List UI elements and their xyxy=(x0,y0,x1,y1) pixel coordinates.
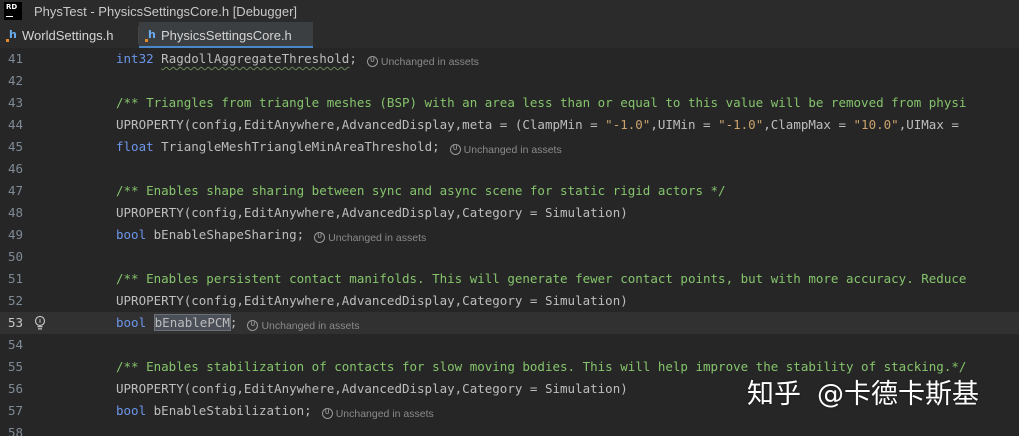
code-line[interactable]: 54 xyxy=(0,334,1019,356)
line-number: 41 xyxy=(8,51,24,66)
code-text[interactable]: UPROPERTY(config,EditAnywhere,AdvancedDi… xyxy=(116,202,628,224)
line-number: 58 xyxy=(8,425,24,436)
line-number: 53 xyxy=(8,315,24,330)
punct: ; xyxy=(304,403,312,418)
line-number: 42 xyxy=(8,73,24,88)
code-text[interactable]: UPROPERTY(config,EditAnywhere,AdvancedDi… xyxy=(116,378,628,400)
code-text[interactable]: bool bEnableStabilization; U Unchanged in … xyxy=(116,400,434,425)
unreal-engine-icon: U xyxy=(314,232,326,243)
macro-text: UPROPERTY(config,EditAnywhere,AdvancedDi… xyxy=(116,117,606,132)
code-text[interactable]: bool bEnableShapeSharing; U Unchanged in a… xyxy=(116,224,426,249)
header-file-icon: h xyxy=(6,28,17,42)
code-line[interactable]: 49 bool bEnableShapeSharing; U Unchanged i… xyxy=(0,224,1019,246)
tab-bar: h WorldSettings.h h PhysicsSettingsCore.… xyxy=(0,22,1019,48)
code-text[interactable]: int32 RagdollAggregateThreshold; U Unchang… xyxy=(116,48,479,73)
unreal-engine-icon: U xyxy=(449,144,461,155)
string-literal: "-1.0" xyxy=(605,117,651,132)
lightbulb-icon[interactable] xyxy=(33,315,47,331)
tab-label: PhysicsSettingsCore.h xyxy=(161,27,292,43)
current-code-line[interactable]: 53 bool bEnablePCM; U Unchanged in assets xyxy=(0,312,1019,334)
tab-worldsettings[interactable]: h WorldSettings.h xyxy=(0,22,138,48)
watermark-site: 知乎 xyxy=(747,379,801,410)
type-keyword: int32 xyxy=(116,51,154,66)
identifier: bEnableShapeSharing xyxy=(153,227,297,242)
rider-logo-icon[interactable]: RD xyxy=(4,2,22,20)
code-text[interactable]: float TriangleMeshTriangleMinAreaThresho… xyxy=(116,136,562,161)
line-number: 50 xyxy=(8,249,24,264)
line-number: 49 xyxy=(8,227,24,242)
code-line[interactable]: 51 /** Enables persistent contact manifo… xyxy=(0,268,1019,290)
line-number: 56 xyxy=(8,381,24,396)
header-file-icon: h xyxy=(145,28,156,42)
selected-identifier[interactable]: bEnablePCM xyxy=(153,314,231,331)
type-keyword: float xyxy=(116,139,154,154)
code-comment[interactable]: /** Enables persistent contact manifolds… xyxy=(116,268,966,290)
punct: ; xyxy=(296,227,305,242)
string-literal: "-1.0" xyxy=(718,117,764,132)
code-line[interactable]: 58 xyxy=(0,422,1019,436)
type-keyword: bool xyxy=(116,403,147,418)
window-title: PhysTest - PhysicsSettingsCore.h [Debugg… xyxy=(34,3,298,19)
watermark-author: @卡德卡斯基 xyxy=(817,379,979,410)
line-number: 54 xyxy=(8,337,24,352)
identifier: RagdollAggregateThreshold xyxy=(161,51,350,66)
line-number: 48 xyxy=(8,205,24,220)
code-line[interactable]: 52 UPROPERTY(config,EditAnywhere,Advance… xyxy=(0,290,1019,312)
code-line[interactable]: 42 xyxy=(0,70,1019,92)
line-number: 46 xyxy=(8,161,24,176)
code-comment[interactable]: /** Triangles from triangle meshes (BSP)… xyxy=(116,92,966,114)
line-number: 43 xyxy=(8,95,24,110)
code-text[interactable]: UPROPERTY(config,EditAnywhere,AdvancedDi… xyxy=(116,114,966,136)
code-text[interactable]: bool bEnablePCM; U Unchanged in assets xyxy=(116,312,360,337)
punct: ; xyxy=(432,139,440,154)
code-line[interactable]: 50 xyxy=(0,246,1019,268)
punct: ; xyxy=(349,51,357,66)
unreal-engine-icon: U xyxy=(321,408,333,419)
macro-text: ,UIMin = xyxy=(650,117,719,132)
line-number: 45 xyxy=(8,139,24,154)
unreal-engine-icon: U xyxy=(366,56,378,67)
line-number: 57 xyxy=(8,403,24,418)
code-line[interactable]: 46 xyxy=(0,158,1019,180)
punct: ; xyxy=(229,315,238,330)
type-keyword: bool xyxy=(116,315,147,330)
title-bar: RD PhysTest - PhysicsSettingsCore.h [Deb… xyxy=(0,0,1019,22)
identifier: TriangleMeshTriangleMinAreaThreshold xyxy=(161,139,433,154)
line-number: 44 xyxy=(8,117,24,132)
macro-text: ,ClampMax = xyxy=(763,117,854,132)
macro-text: ,UIMax = xyxy=(898,117,967,132)
code-line[interactable]: 41 int32 RagdollAggregateThreshold; U Unch… xyxy=(0,48,1019,70)
code-comment[interactable]: /** Enables shape sharing between sync a… xyxy=(116,180,726,202)
unreal-engine-icon: U xyxy=(247,320,259,331)
zhihu-watermark: 知乎 @卡德卡斯基 xyxy=(747,372,979,411)
line-number: 51 xyxy=(8,271,24,286)
code-line[interactable]: 44 UPROPERTY(config,EditAnywhere,Advance… xyxy=(0,114,1019,136)
string-literal: "10.0" xyxy=(853,117,899,132)
code-line[interactable]: 45 float TriangleMeshTriangleMinAreaThre… xyxy=(0,136,1019,158)
tab-physicssettingscore[interactable]: h PhysicsSettingsCore.h xyxy=(139,22,313,48)
code-text[interactable]: UPROPERTY(config,EditAnywhere,AdvancedDi… xyxy=(116,290,628,312)
code-line[interactable]: 47 /** Enables shape sharing between syn… xyxy=(0,180,1019,202)
identifier: bEnableStabilization xyxy=(153,403,305,418)
line-number: 55 xyxy=(8,359,24,374)
code-line[interactable]: 48 UPROPERTY(config,EditAnywhere,Advance… xyxy=(0,202,1019,224)
line-number: 47 xyxy=(8,183,24,198)
tab-label: WorldSettings.h xyxy=(22,27,114,43)
type-keyword: bool xyxy=(116,227,147,242)
code-line[interactable]: 43 /** Triangles from triangle meshes (B… xyxy=(0,92,1019,114)
line-number: 52 xyxy=(8,293,24,308)
